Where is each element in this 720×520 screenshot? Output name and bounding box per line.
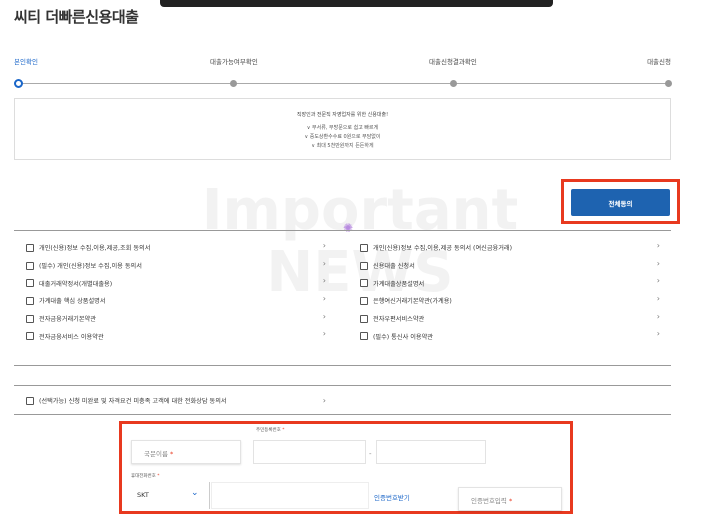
step-label-identity: 본인확인	[14, 58, 38, 66]
chevron-down-icon: ⌄	[191, 488, 199, 498]
checkbox[interactable]	[360, 243, 368, 252]
chevron-right-icon[interactable]: ›	[657, 312, 660, 321]
progress-steps: 본인확인 대출가능여부확인 대출신청결과확인 대출신청	[14, 56, 672, 90]
consent-label: (필수) 개인(신용)정보 수집,이용 동의서	[39, 263, 142, 271]
step-dot-result	[450, 80, 457, 87]
consent-item[interactable]: (필수) 개인(신용)정보 수집,이용 동의서 ›	[26, 257, 326, 275]
step-dot-identity	[14, 79, 23, 88]
info-line: ∨ 무서류, 무방문으로 쉽고 빠르게	[306, 125, 379, 131]
code-placeholder: 인증번호입력 *	[471, 495, 512, 505]
label-text: 휴대전화번호	[131, 474, 156, 479]
resident-number-dash: -	[369, 450, 372, 458]
consent-item[interactable]: 전자우편서비스약관 ›	[360, 310, 660, 328]
checkbox[interactable]	[360, 332, 368, 341]
checkbox[interactable]	[26, 261, 34, 270]
checkbox[interactable]	[26, 332, 34, 341]
consent-item[interactable]: 가계대출상품설명서 ›	[360, 274, 660, 292]
checkbox[interactable]	[360, 279, 368, 288]
agree-all-highlight: 전체동의	[561, 179, 680, 224]
step-dot-apply	[665, 80, 672, 87]
carrier-value: SKT	[137, 491, 149, 499]
required-mark: *	[157, 474, 160, 479]
carrier-select[interactable]: SKT ⌄	[131, 482, 210, 509]
verification-code-field[interactable]: 인증번호입력 *	[458, 487, 562, 511]
required-mark: *	[508, 497, 513, 505]
consent-item[interactable]: (필수) 통신사 이용약관 ›	[360, 327, 660, 345]
info-line: ∨ 최대 5천만원까지 든든하게	[311, 143, 374, 149]
consent-label: 개인(신용)정보 수집,이용,제공 동의서 (여신금융거래)	[373, 245, 513, 253]
checkbox[interactable]	[360, 296, 368, 305]
resident-number-front-field[interactable]	[253, 440, 366, 464]
phone-number-label: 휴대전화번호 *	[131, 473, 160, 479]
chevron-right-icon[interactable]: ›	[323, 329, 326, 338]
resident-number-label: 주민등록번호 *	[256, 427, 285, 433]
page-title: 씨티 더빠른신용대출	[14, 8, 139, 26]
chevron-right-icon[interactable]: ›	[657, 241, 660, 250]
checkbox[interactable]	[26, 279, 34, 288]
step-dot-eligibility	[230, 80, 237, 87]
consent-label: 신용대출 신청서	[373, 263, 415, 271]
identity-form-highlight: 주민등록번호 * 국문이름 * - 휴대전화번호 * SKT ⌄ 인증번호받기 …	[119, 421, 573, 514]
request-code-link[interactable]: 인증번호받기	[374, 492, 410, 502]
checkbox[interactable]	[26, 314, 34, 323]
consent-column-right: 개인(신용)정보 수집,이용,제공 동의서 (여신금융거래) › 신용대출 신청서…	[360, 239, 660, 345]
checkbox[interactable]	[26, 296, 34, 305]
consent-label: 은행여신거래기본약관(가계용)	[373, 298, 452, 306]
step-label-apply: 대출신청	[647, 58, 671, 66]
chevron-right-icon[interactable]: ›	[657, 259, 660, 268]
info-title: 직장인과 전문직 자영업자를 위한 신용대출!	[296, 112, 389, 118]
korean-name-field[interactable]: 국문이름 *	[131, 440, 241, 464]
consent-label: 가계대출상품설명서	[373, 280, 425, 288]
placeholder-text: 인증번호입력	[471, 497, 507, 505]
label-text: 주민등록번호	[256, 428, 281, 433]
placeholder-text: 국문이름	[144, 450, 168, 458]
consent-label: (필수) 통신사 이용약관	[373, 333, 433, 341]
optional-consent-box: (선택가능) 신청 미완료 및 자격요건 미충족 고객에 대한 전화상담 동의서…	[14, 385, 671, 415]
checkbox[interactable]	[360, 261, 368, 270]
consent-item[interactable]: 개인(신용)정보 수집,이용,제공 동의서 (여신금융거래) ›	[360, 239, 660, 257]
top-overlay-bar	[160, 0, 553, 7]
info-line: ∨ 중도상환수수료 0원으로 부담없이	[304, 134, 381, 140]
consent-item[interactable]: 개인(신용)정보 수집,이용,제공,조회 동의서 ›	[26, 239, 326, 257]
consent-label: 가계대출 핵심 상품설명서	[39, 298, 106, 306]
consent-list: 개인(신용)정보 수집,이용,제공,조회 동의서 › (필수) 개인(신용)정보 …	[14, 230, 671, 366]
consent-label: (선택가능) 신청 미완료 및 자격요건 미충족 고객에 대한 전화상담 동의서	[39, 398, 227, 405]
chevron-right-icon[interactable]: ›	[323, 294, 326, 303]
consent-label: 개인(신용)정보 수집,이용,제공,조회 동의서	[39, 245, 151, 253]
required-mark: *	[282, 428, 285, 433]
consent-item[interactable]: 전자금융거래기본약관 ›	[26, 310, 326, 328]
consent-label: 전자금융서비스 이용약관	[39, 333, 104, 341]
consent-label: 전자금융거래기본약관	[39, 316, 96, 324]
checkbox[interactable]	[360, 314, 368, 323]
required-mark: *	[170, 450, 174, 458]
consent-label: 대출거래약정서(개별대출용)	[39, 280, 113, 288]
step-label-eligibility: 대출가능여부확인	[210, 58, 258, 66]
chevron-right-icon[interactable]: ›	[657, 329, 660, 338]
chevron-right-icon[interactable]: ›	[657, 276, 660, 285]
optional-consent-item[interactable]: (선택가능) 신청 미완료 및 자격요건 미충족 고객에 대한 전화상담 동의서…	[26, 396, 326, 405]
product-info-box: 직장인과 전문직 자영업자를 위한 신용대출! ∨ 무서류, 무방문으로 쉽고 …	[14, 98, 671, 160]
chevron-right-icon[interactable]: ›	[657, 294, 660, 303]
consent-item[interactable]: 신용대출 신청서 ›	[360, 257, 660, 275]
consent-item[interactable]: 은행여신거래기본약관(가계용) ›	[360, 292, 660, 310]
resident-number-back-field[interactable]	[376, 440, 486, 464]
checkbox[interactable]	[26, 396, 34, 405]
checkbox[interactable]	[26, 243, 34, 252]
progress-line	[20, 83, 671, 84]
chevron-right-icon[interactable]: ›	[323, 259, 326, 268]
step-label-result: 대출신청결과확인	[429, 58, 477, 66]
agree-all-button[interactable]: 전체동의	[571, 189, 670, 216]
chevron-right-icon[interactable]: ›	[323, 396, 326, 405]
consent-label: 전자우편서비스약관	[373, 316, 425, 324]
chevron-right-icon[interactable]: ›	[323, 241, 326, 250]
page-root: 씨티 더빠른신용대출 본인확인 대출가능여부확인 대출신청결과확인 대출신청 직…	[0, 0, 720, 520]
chevron-right-icon[interactable]: ›	[323, 312, 326, 321]
consent-column-left: 개인(신용)정보 수집,이용,제공,조회 동의서 › (필수) 개인(신용)정보 …	[26, 239, 326, 345]
consent-item[interactable]: 전자금융서비스 이용약관 ›	[26, 327, 326, 345]
phone-number-field[interactable]	[211, 482, 369, 509]
name-placeholder: 국문이름 *	[144, 448, 173, 458]
chevron-right-icon[interactable]: ›	[323, 276, 326, 285]
consent-item[interactable]: 대출거래약정서(개별대출용) ›	[26, 274, 326, 292]
consent-item[interactable]: 가계대출 핵심 상품설명서 ›	[26, 292, 326, 310]
